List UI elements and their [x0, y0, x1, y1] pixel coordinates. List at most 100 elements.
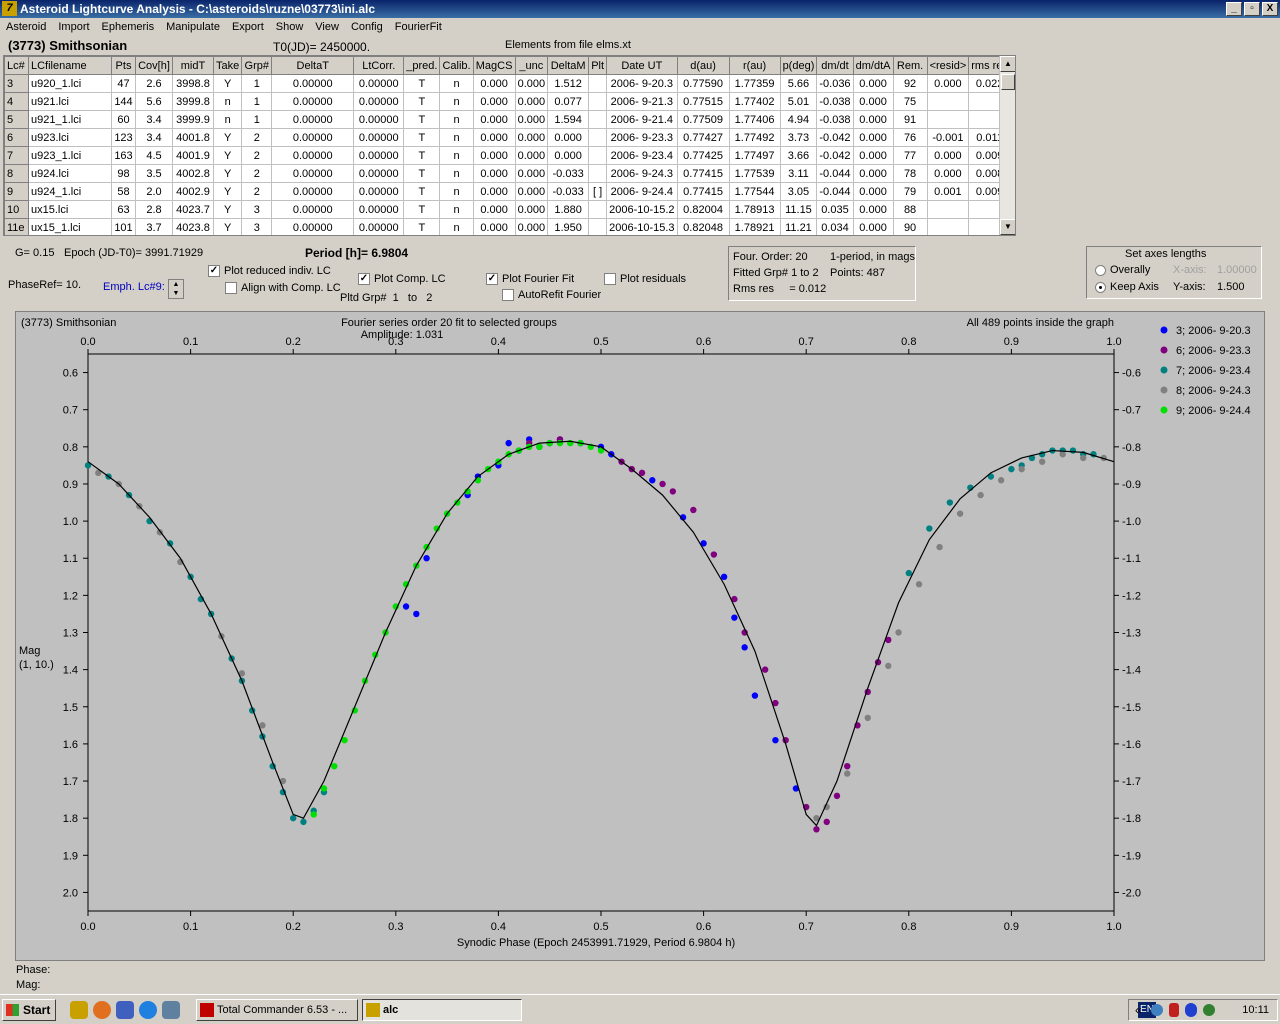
- cell-plt[interactable]: [588, 74, 608, 93]
- cell-rem[interactable]: 79: [892, 182, 928, 201]
- cell-delta-m[interactable]: 0.000: [547, 128, 590, 147]
- cell-rem[interactable]: 90: [892, 218, 928, 235]
- cell-lt-corr[interactable]: 0.00000: [353, 218, 405, 235]
- cell-pts[interactable]: 144: [111, 92, 136, 111]
- cell-grp[interactable]: 1: [241, 92, 273, 111]
- firefox-icon[interactable]: [93, 1001, 111, 1019]
- cell-unc[interactable]: 0.000: [514, 218, 549, 235]
- cell-lc-num[interactable]: 7: [4, 146, 29, 165]
- cell-pts[interactable]: 47: [111, 74, 136, 93]
- cell-date-ut[interactable]: 2006-10-15.2: [606, 200, 678, 219]
- table-row[interactable]: 11e ux15_1.lci 101 3.7 4023.8 Y 3 0.00000 0.0000…: [4, 218, 1011, 235]
- cell-r-au[interactable]: 1.77539: [728, 164, 781, 183]
- column-header-calib[interactable]: Calib.: [439, 56, 474, 75]
- network-icon[interactable]: [1151, 1004, 1163, 1016]
- cell-midt[interactable]: 4023.8: [172, 218, 214, 235]
- table-row[interactable]: 5 u921_1.lci 60 3.4 3999.9 n 1 0.00000 0.00000 Tn…: [4, 110, 1011, 129]
- plot-comp-checkbox[interactable]: ✓ Plot Comp. LC: [358, 273, 446, 286]
- cell-dm-dt[interactable]: -0.038: [816, 92, 854, 111]
- cell-midt[interactable]: 4001.8: [172, 128, 214, 147]
- antivirus-icon[interactable]: [1169, 1003, 1179, 1017]
- cell-dm-dta[interactable]: 0.000: [852, 110, 894, 129]
- cell-grp[interactable]: 3: [241, 200, 273, 219]
- cell-dm-dt[interactable]: -0.036: [816, 74, 854, 93]
- quicklaunch-app-icon[interactable]: [162, 1001, 180, 1019]
- cell-calib[interactable]: n: [439, 110, 474, 129]
- cell-lc-num[interactable]: 5: [4, 110, 29, 129]
- cell-midt[interactable]: 3999.8: [172, 92, 214, 111]
- column-header-unc[interactable]: _unc: [514, 56, 549, 75]
- cell-delta-t[interactable]: 0.00000: [271, 182, 355, 201]
- cell-cov[interactable]: 3.4: [135, 128, 173, 147]
- menu-ephemeris[interactable]: Ephemeris: [96, 19, 161, 37]
- bluetooth-icon[interactable]: [1185, 1003, 1197, 1017]
- lightcurve-chart[interactable]: (3773) Smithsonian Fourier series order …: [16, 312, 1266, 962]
- cell-magcs[interactable]: 0.000: [472, 110, 516, 129]
- y-axis-value[interactable]: 1.500: [1217, 281, 1245, 293]
- lightcurve-table[interactable]: Lc# LCfilename Pts Cov[h] midT Take Grp# DeltaT…: [3, 55, 1016, 236]
- cell-resid[interactable]: [926, 110, 970, 129]
- maximize-button[interactable]: ▫: [1244, 2, 1260, 16]
- cell-rem[interactable]: 75: [892, 92, 928, 111]
- cell-d-au[interactable]: 0.82048: [676, 218, 730, 235]
- cell-dm-dt[interactable]: 0.035: [816, 200, 854, 219]
- cell-delta-m[interactable]: 0.000: [547, 146, 590, 165]
- lightcurve-plot-area[interactable]: (3773) Smithsonian Fourier series order …: [15, 311, 1265, 961]
- scroll-down-arrow-icon[interactable]: ▼: [1000, 219, 1015, 235]
- cell-take[interactable]: n: [212, 110, 243, 129]
- cell-r-au[interactable]: 1.77497: [728, 146, 781, 165]
- cell-lc-filename[interactable]: u924.lci: [28, 164, 112, 183]
- cell-dm-dta[interactable]: 0.000: [852, 182, 894, 201]
- cell-cov[interactable]: 3.5: [135, 164, 173, 183]
- cell-pts[interactable]: 58: [111, 182, 136, 201]
- cell-date-ut[interactable]: 2006- 9-24.3: [606, 164, 678, 183]
- cell-lt-corr[interactable]: 0.00000: [353, 182, 405, 201]
- cell-p-deg[interactable]: 5.66: [779, 74, 818, 93]
- menu-config[interactable]: Config: [345, 19, 389, 37]
- cell-pred[interactable]: T: [403, 146, 441, 165]
- cell-r-au[interactable]: 1.78913: [728, 200, 781, 219]
- cell-lt-corr[interactable]: 0.00000: [353, 92, 405, 111]
- cell-resid[interactable]: [926, 218, 970, 235]
- cell-dm-dta[interactable]: 0.000: [852, 74, 894, 93]
- cell-resid[interactable]: [926, 92, 970, 111]
- start-button[interactable]: Start: [2, 999, 56, 1021]
- cell-cov[interactable]: 5.6: [135, 92, 173, 111]
- emph-lc[interactable]: Emph. Lc#9:: [103, 281, 165, 293]
- pltd-grp-from[interactable]: 1: [393, 292, 399, 304]
- cell-date-ut[interactable]: 2006- 9-23.4: [606, 146, 678, 165]
- column-header-r-au[interactable]: r(au): [728, 56, 781, 75]
- column-header-resid[interactable]: <resid>: [926, 56, 970, 75]
- cell-delta-t[interactable]: 0.00000: [271, 164, 355, 183]
- cell-calib[interactable]: n: [439, 146, 474, 165]
- cell-lc-filename[interactable]: u924_1.lci: [28, 182, 112, 201]
- cell-pts[interactable]: 101: [111, 218, 136, 235]
- cell-pts[interactable]: 123: [111, 128, 136, 147]
- column-header-lc-num[interactable]: Lc#: [4, 56, 29, 75]
- cell-unc[interactable]: 0.000: [514, 92, 549, 111]
- cell-d-au[interactable]: 0.82004: [676, 200, 730, 219]
- cell-dm-dta[interactable]: 0.000: [852, 164, 894, 183]
- cell-p-deg[interactable]: 11.15: [779, 200, 818, 219]
- cell-lc-num[interactable]: 10: [4, 200, 29, 219]
- cell-take[interactable]: Y: [212, 74, 243, 93]
- cell-date-ut[interactable]: 2006- 9-21.3: [606, 92, 678, 111]
- cell-calib[interactable]: n: [439, 128, 474, 147]
- cell-p-deg[interactable]: 5.01: [779, 92, 818, 111]
- cell-calib[interactable]: n: [439, 182, 474, 201]
- cell-r-au[interactable]: 1.77492: [728, 128, 781, 147]
- cell-take[interactable]: n: [212, 92, 243, 111]
- cell-dm-dta[interactable]: 0.000: [852, 146, 894, 165]
- cell-delta-t[interactable]: 0.00000: [271, 92, 355, 111]
- cell-grp[interactable]: 2: [241, 128, 273, 147]
- plot-reduced-checkbox[interactable]: ✓ Plot reduced indiv. LC: [208, 265, 331, 278]
- cell-lc-filename[interactable]: ux15.lci: [28, 200, 112, 219]
- menu-fourierfit[interactable]: FourierFit: [389, 19, 448, 37]
- cell-lt-corr[interactable]: 0.00000: [353, 110, 405, 129]
- column-header-lc-filename[interactable]: LCfilename: [28, 56, 112, 75]
- cell-p-deg[interactable]: 3.11: [779, 164, 818, 183]
- column-header-grp[interactable]: Grp#: [241, 56, 273, 75]
- cell-resid[interactable]: 0.000: [926, 146, 970, 165]
- cell-delta-t[interactable]: 0.00000: [271, 200, 355, 219]
- cell-unc[interactable]: 0.000: [514, 74, 549, 93]
